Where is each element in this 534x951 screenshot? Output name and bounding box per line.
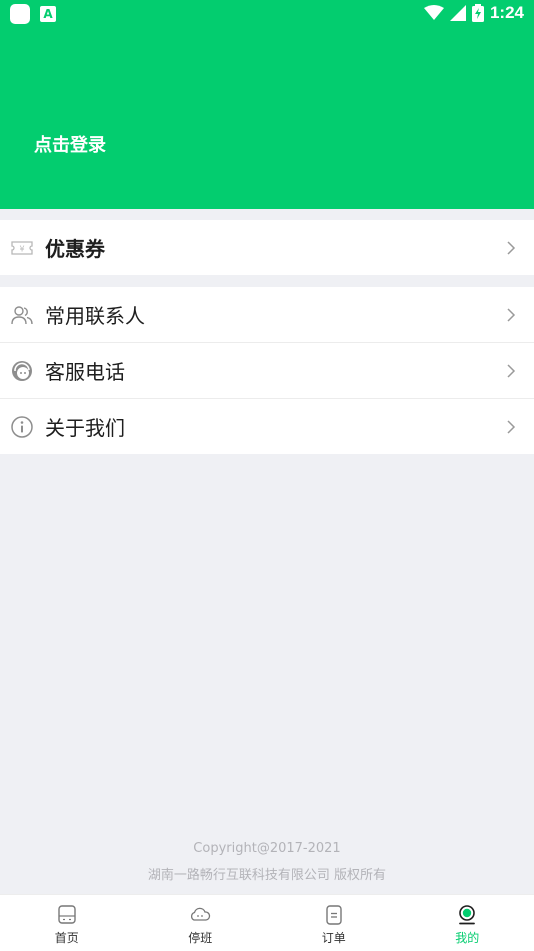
customer-service-label: 客服电话 xyxy=(45,356,125,385)
tab-mine-label: 我的 xyxy=(455,929,479,946)
tab-suspended-label: 停班 xyxy=(188,929,212,946)
profile-header: 点击登录 xyxy=(0,0,534,209)
wifi-icon xyxy=(424,5,444,21)
login-link[interactable]: 点击登录 xyxy=(34,131,106,157)
status-time: 1:24 xyxy=(490,3,524,23)
coupon-card: ¥ 优惠券 xyxy=(0,220,534,275)
home-bus-icon xyxy=(56,904,78,926)
headset-icon xyxy=(10,359,34,383)
app-notification-icon xyxy=(10,4,30,24)
customer-service-row[interactable]: 客服电话 xyxy=(0,342,534,398)
chevron-right-icon xyxy=(506,307,516,323)
tab-home-label: 首页 xyxy=(55,929,79,946)
contacts-label: 常用联系人 xyxy=(45,300,145,329)
bottom-tab-bar: 首页 停班 订单 我的 xyxy=(0,894,534,951)
coupon-icon: ¥ xyxy=(10,236,34,260)
copyright-text: Copyright@2017-2021 xyxy=(0,841,534,856)
chevron-right-icon xyxy=(506,240,516,256)
tab-mine[interactable]: 我的 xyxy=(401,895,534,951)
settings-card: 常用联系人 客服电话 关于我们 xyxy=(0,287,534,454)
contacts-icon xyxy=(10,303,34,327)
battery-charging-icon xyxy=(472,4,484,22)
coupon-label: 优惠券 xyxy=(45,233,105,262)
contacts-row[interactable]: 常用联系人 xyxy=(0,287,534,342)
profile-icon xyxy=(456,904,478,926)
tab-suspended[interactable]: 停班 xyxy=(134,895,268,951)
cell-signal-icon xyxy=(450,5,466,21)
chevron-right-icon xyxy=(506,363,516,379)
coupon-row[interactable]: ¥ 优惠券 xyxy=(0,220,534,275)
company-text: 湖南一路畅行互联科技有限公司 版权所有 xyxy=(0,864,534,883)
about-us-row[interactable]: 关于我们 xyxy=(0,398,534,454)
status-bar: A 1:24 xyxy=(0,0,534,28)
tab-orders-label: 订单 xyxy=(322,929,346,946)
about-us-label: 关于我们 xyxy=(45,412,125,441)
cloud-icon xyxy=(189,904,211,926)
tab-orders[interactable]: 订单 xyxy=(267,895,401,951)
info-icon xyxy=(10,415,34,439)
svg-text:¥: ¥ xyxy=(19,244,24,253)
chevron-right-icon xyxy=(506,419,516,435)
tab-home[interactable]: 首页 xyxy=(0,895,134,951)
a-notification-icon: A xyxy=(40,6,56,22)
order-icon xyxy=(323,904,345,926)
